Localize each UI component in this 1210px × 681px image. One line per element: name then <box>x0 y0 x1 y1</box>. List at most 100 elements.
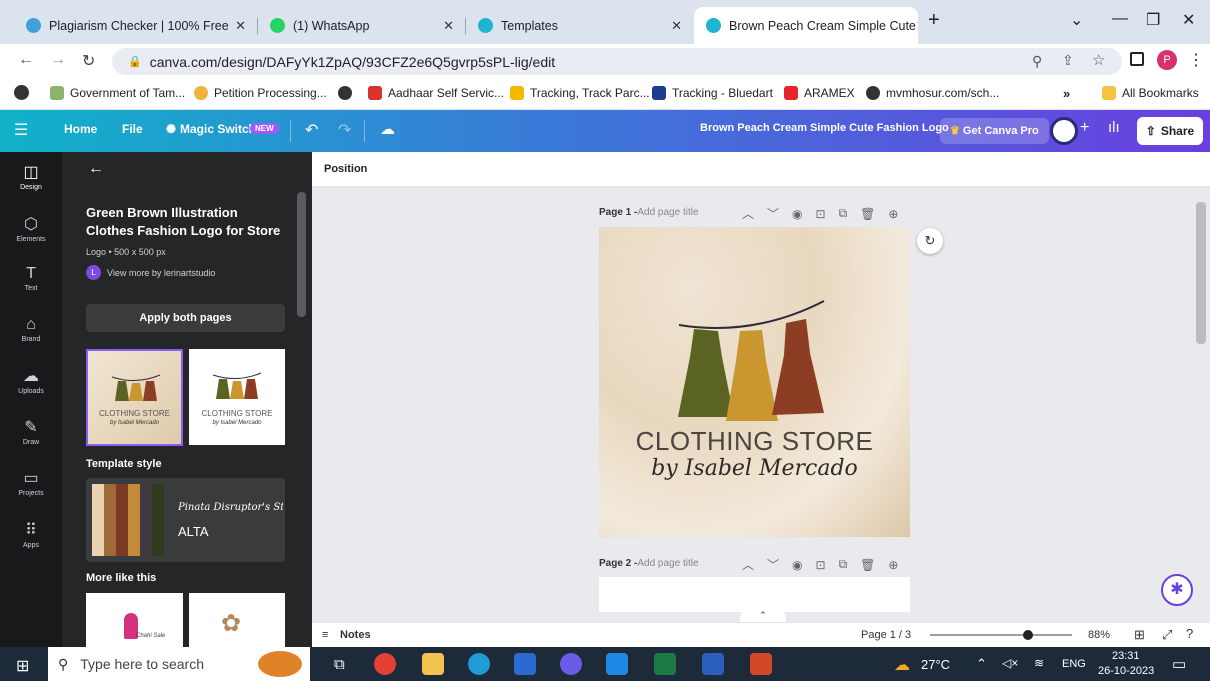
suggested-template-1[interactable]: Chahi Sale <box>86 593 183 647</box>
design-title-text[interactable]: CLOTHING STORE <box>599 426 910 457</box>
word-icon[interactable] <box>702 653 724 675</box>
excel-icon[interactable] <box>654 653 676 675</box>
hide-page-icon[interactable]: ◉ <box>792 558 802 572</box>
page-thumbnail-2[interactable]: CLOTHING STORE by Isabel Mercado <box>189 349 285 445</box>
windows-start-icon[interactable]: ⊞ <box>16 656 29 676</box>
undo-icon[interactable]: ↶ <box>305 120 318 140</box>
tab-close-icon[interactable]: ✕ <box>235 18 246 34</box>
temperature[interactable]: 27°C <box>921 657 950 672</box>
powerpoint-icon[interactable] <box>750 653 772 675</box>
rail-item-uploads[interactable]: ☁ Uploads <box>0 366 62 395</box>
add-page-icon[interactable]: ⊕ <box>888 558 898 572</box>
web-globe-icon[interactable] <box>14 85 29 100</box>
add-collaborator-icon[interactable]: + <box>1080 119 1089 137</box>
cloud-saved-icon[interactable]: ☁ <box>380 120 395 138</box>
back-icon[interactable]: ← <box>18 51 34 69</box>
magic-switch-menu[interactable]: Magic Switch <box>180 122 256 136</box>
move-up-icon[interactable]: ︿ <box>742 205 754 222</box>
app-icon[interactable] <box>560 653 582 675</box>
canvas-scrollbar[interactable] <box>1196 202 1206 344</box>
suggested-template-2[interactable]: ✿ <box>189 593 285 647</box>
hamburger-menu-icon[interactable]: ☰ <box>14 120 28 140</box>
page-indicator[interactable]: Page 1 / 3 <box>861 629 911 641</box>
hide-page-icon[interactable]: ◉ <box>792 207 802 221</box>
tab-close-icon[interactable]: ✕ <box>916 18 918 34</box>
design-page-2[interactable] <box>599 577 910 612</box>
sidepanel-icon[interactable] <box>1130 52 1144 66</box>
zoom-icon[interactable]: ⚲ <box>1032 53 1042 70</box>
page-1-title-input[interactable]: Add page title <box>637 207 698 218</box>
forward-icon[interactable]: → <box>50 51 66 69</box>
delete-page-icon[interactable]: 🗑 <box>860 207 875 221</box>
notes-button[interactable]: Notes <box>340 629 371 641</box>
page-2-title-input[interactable]: Add page title <box>637 558 698 569</box>
lock-page-icon[interactable]: ⊡ <box>816 207 826 221</box>
clock-date[interactable]: 26-10-2023 <box>1098 665 1154 677</box>
bookmark-bluedart[interactable]: Tracking - Bluedart <box>652 86 773 100</box>
share-page-icon[interactable]: ⇪ <box>1062 52 1074 69</box>
apply-both-pages-button[interactable]: Apply both pages <box>86 304 285 332</box>
tab-close-icon[interactable]: ✕ <box>671 18 682 34</box>
minimize-icon[interactable]: — <box>1112 10 1128 28</box>
delete-page-icon[interactable]: 🗑 <box>860 558 875 572</box>
zoom-slider[interactable] <box>930 630 1072 640</box>
tab-whatsapp[interactable]: (1) WhatsApp ✕ <box>258 7 466 44</box>
tab-plagiarism-checker[interactable]: Plagiarism Checker | 100% Free ✕ <box>14 7 258 44</box>
duplicate-page-icon[interactable]: ⧉ <box>839 557 848 572</box>
notifications-icon[interactable]: ▭ <box>1172 655 1186 673</box>
language-indicator[interactable]: ENG <box>1062 658 1086 670</box>
design-page-1[interactable]: CLOTHING STORE by Isabel Mercado <box>599 227 910 537</box>
rail-item-elements[interactable]: ⬡ Elements <box>0 214 62 243</box>
taskbar-search-box[interactable]: ⚲ Type here to search <box>48 647 310 681</box>
new-tab-button[interactable]: + <box>928 9 940 32</box>
help-icon[interactable]: ? <box>1186 626 1193 641</box>
page-thumbnail-1[interactable]: CLOTHING STORE by Isabel Mercado <box>86 349 183 446</box>
move-up-icon[interactable]: ︿ <box>742 556 754 573</box>
tab-search-icon[interactable]: ⌄ <box>1070 10 1083 30</box>
insights-chart-icon[interactable]: ılı <box>1108 119 1120 136</box>
close-window-icon[interactable]: ✕ <box>1182 10 1195 30</box>
zoom-slider-handle[interactable] <box>1023 630 1033 640</box>
back-arrow-icon[interactable]: ← <box>88 160 104 178</box>
mail-icon[interactable] <box>606 653 628 675</box>
tab-close-icon[interactable]: ✕ <box>443 18 454 34</box>
refresh-suggestions-icon[interactable]: ↻ <box>917 228 943 254</box>
file-explorer-icon[interactable] <box>422 653 444 675</box>
bookmark-tracking-parcel[interactable]: Tracking, Track Parc... <box>510 86 650 100</box>
profile-avatar[interactable]: P <box>1157 50 1177 70</box>
grid-view-icon[interactable]: ⊞ <box>1134 627 1145 643</box>
file-menu[interactable]: File <box>122 122 143 136</box>
rail-item-draw[interactable]: ✎ Draw <box>0 417 62 446</box>
home-menu[interactable]: Home <box>64 122 97 136</box>
rail-item-brand[interactable]: ⌂ Brand <box>0 316 62 343</box>
add-page-icon[interactable]: ⊕ <box>888 207 898 221</box>
rail-item-design[interactable]: ◫ Design <box>0 162 62 191</box>
redo-icon[interactable]: ↷ <box>338 120 351 140</box>
zoom-level[interactable]: 88% <box>1088 629 1110 641</box>
lock-page-icon[interactable]: ⊡ <box>816 558 826 572</box>
share-button[interactable]: ⇧ Share <box>1137 117 1203 145</box>
position-button[interactable]: Position <box>324 163 367 175</box>
design-subtitle-text[interactable]: by Isabel Mercado <box>599 456 910 481</box>
reload-icon[interactable]: ↻ <box>82 51 95 71</box>
get-canva-pro-button[interactable]: ♛ Get Canva Pro <box>940 118 1049 144</box>
bookmarks-overflow-icon[interactable]: » <box>1063 86 1070 101</box>
network-icon[interactable]: ≋ <box>1034 656 1044 670</box>
bookmark-star-icon[interactable]: ☆ <box>1092 51 1105 69</box>
chrome-icon[interactable] <box>374 653 396 675</box>
volume-icon[interactable]: ◁× <box>1002 656 1018 670</box>
fullscreen-icon[interactable]: ⤢ <box>1162 627 1172 643</box>
bookmark-petition[interactable]: Petition Processing... <box>194 86 327 100</box>
rail-item-apps[interactable]: ⠿ Apps <box>0 520 62 549</box>
tab-templates[interactable]: Templates ✕ <box>466 7 694 44</box>
template-style-card[interactable]: Pinata Disruptor's Story ALTA <box>86 478 285 562</box>
bookmark-aramex[interactable]: ARAMEX <box>784 86 855 100</box>
expand-pages-icon[interactable]: ⌃ <box>740 610 786 622</box>
duplicate-page-icon[interactable]: ⧉ <box>839 206 848 221</box>
notes-icon[interactable]: ≡ <box>322 629 328 641</box>
bookmark-mvmhosur[interactable]: mvmhosur.com/sch... <box>866 86 999 100</box>
weather-icon[interactable]: ☁ <box>894 655 910 675</box>
rail-item-projects[interactable]: ▭ Projects <box>0 468 62 497</box>
move-down-icon[interactable]: ﹀ <box>767 205 779 222</box>
rail-item-text[interactable]: T Text <box>0 265 62 292</box>
